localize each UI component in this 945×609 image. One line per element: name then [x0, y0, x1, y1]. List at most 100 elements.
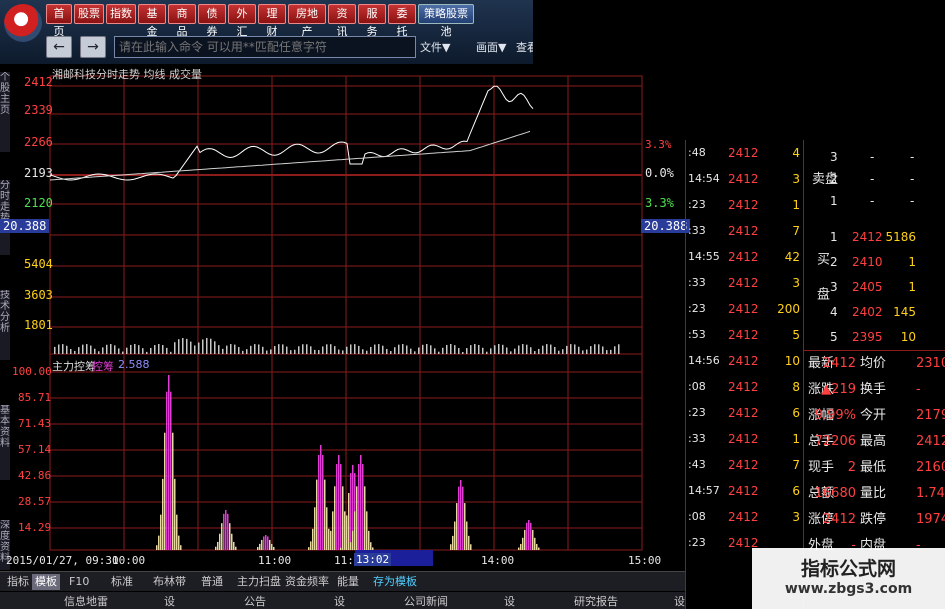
buy-level-qty: 10: [900, 330, 916, 344]
tick-volume: 3: [792, 510, 800, 524]
tab-indicator[interactable]: 指标: [4, 574, 32, 590]
menu-wealth[interactable]: 理财: [258, 4, 286, 38]
info-tab-announcements[interactable]: 公告: [244, 593, 266, 609]
ind-tick-3: 57.14: [18, 443, 52, 456]
tab-normal[interactable]: 普通: [198, 574, 226, 590]
indicator-bar: [233, 541, 235, 550]
menu-stocks[interactable]: 股票: [74, 4, 104, 24]
tab-standard[interactable]: 标准: [108, 574, 136, 590]
tick-time: :08: [688, 510, 706, 523]
time-label-5: 14:00: [481, 554, 515, 567]
indicator-bar: [172, 432, 174, 550]
volume-bar: [378, 344, 380, 354]
volume-bar: [494, 345, 496, 354]
tab-template[interactable]: 模板: [32, 574, 60, 590]
info-tab-research[interactable]: 研究报告: [574, 593, 618, 609]
info-tab-company-news[interactable]: 公司新闻: [404, 593, 448, 609]
volume-bar: [146, 351, 148, 354]
volume-bar: [414, 351, 416, 354]
intraday-chart[interactable]: 湘邮科技分时走势 均线 成交量 2412 2339 2266 2193 2120…: [0, 64, 691, 609]
forward-button[interactable]: →: [80, 36, 106, 58]
volume-bar: [514, 348, 516, 354]
indicator-bar: [263, 536, 265, 550]
menu-news[interactable]: 资讯: [328, 4, 356, 38]
volume-bar: [138, 345, 140, 354]
tick-time: 14:55: [688, 250, 720, 263]
volume-bar: [114, 345, 116, 354]
menu-service[interactable]: 服务: [358, 4, 386, 38]
tick-price: 2412: [728, 146, 759, 160]
indicator-bar: [456, 503, 458, 550]
volume-tick-2: 1801: [24, 318, 53, 332]
volume-bar: [574, 344, 576, 354]
back-button[interactable]: ←: [46, 36, 72, 58]
tick-volume: 200: [777, 302, 800, 316]
volume-bar: [70, 349, 72, 354]
tick-row: 14:54 2412 3: [686, 166, 804, 192]
buy-level-row: 3 2405 1: [804, 274, 945, 300]
view-menu[interactable]: 画面▼: [476, 39, 506, 55]
tick-price: 2412: [728, 302, 759, 316]
tick-time: :53: [688, 328, 706, 341]
quote-value-right: 1.74: [916, 486, 945, 501]
volume-bar: [78, 347, 80, 354]
time-label-1: 10:00: [112, 554, 146, 567]
volume-bar: [522, 344, 524, 354]
tab-f10[interactable]: F10: [66, 574, 92, 590]
menu-commodities[interactable]: 商品: [168, 4, 196, 38]
volume-bar: [446, 344, 448, 354]
price-tick-1: 2339: [24, 103, 53, 117]
menu-forex[interactable]: 外汇: [228, 4, 256, 38]
indicator-bar: [366, 511, 368, 550]
command-input[interactable]: [114, 36, 416, 58]
volume-bar: [154, 345, 156, 354]
indicator-bar: [344, 532, 346, 550]
indicator-bar: [362, 464, 364, 550]
info-tab-research-settings[interactable]: 设: [674, 593, 685, 609]
volume-bar: [410, 348, 412, 354]
indicator-bar: [261, 539, 263, 550]
tick-row: 14:57 2412 6: [686, 478, 804, 504]
indicator-bar: [352, 530, 354, 550]
volume-bar: [390, 351, 392, 354]
info-tab-mines[interactable]: 信息地雷: [64, 593, 108, 609]
indicator-bar: [466, 521, 468, 550]
tab-fund-frequency[interactable]: 资金频率: [282, 574, 332, 590]
indicator-bar: [170, 391, 172, 550]
info-tab-announcements-settings[interactable]: 设: [334, 593, 345, 609]
ind-tick-6: 14.29: [18, 521, 52, 534]
check-menu[interactable]: 查看: [516, 39, 533, 55]
volume-bar: [142, 348, 144, 354]
info-tab-mines-settings[interactable]: 设: [164, 593, 175, 609]
quote-label-right: 跌停: [860, 512, 887, 527]
menu-strategy-pool[interactable]: 策略股票池: [418, 4, 474, 38]
price-line: [49, 85, 534, 181]
menu-orders[interactable]: 委托: [388, 4, 416, 38]
tick-row: :43 2412 7: [686, 452, 804, 478]
tick-price: 2412: [728, 380, 759, 394]
tab-energy[interactable]: 能量: [334, 574, 362, 590]
volume-bar: [518, 345, 520, 354]
indicator-bar: [229, 523, 231, 550]
indicator-bar: [340, 547, 342, 550]
tick-list[interactable]: :48 2412 4 14:54 2412 3:23 2412 1:33 2412 7 14:55 2…: [685, 140, 803, 609]
menu-real-estate[interactable]: 房地产: [288, 4, 326, 38]
menu-index[interactable]: 指数: [106, 4, 136, 24]
volume-bar: [250, 345, 252, 354]
price-tick-2: 2266: [24, 135, 53, 149]
volume-bar: [234, 344, 236, 354]
ind-tick-5: 28.57: [18, 495, 52, 508]
file-menu[interactable]: 文件▼: [420, 39, 450, 55]
tab-bollinger[interactable]: 布林带: [150, 574, 189, 590]
tab-save-template[interactable]: 存为模板: [370, 574, 420, 590]
menu-bonds[interactable]: 债券: [198, 4, 226, 38]
price-tick-4: 2120: [24, 196, 53, 210]
menu-home[interactable]: 首页: [46, 4, 72, 38]
info-tab-company-news-settings[interactable]: 设: [504, 593, 515, 609]
app-logo-icon[interactable]: [4, 4, 42, 42]
indicator-bar: [168, 375, 170, 550]
tick-row: :33 2412 7: [686, 218, 804, 244]
menu-funds[interactable]: 基金: [138, 4, 166, 38]
volume-bar: [302, 344, 304, 354]
tab-main-scan[interactable]: 主力扫盘: [234, 574, 284, 590]
